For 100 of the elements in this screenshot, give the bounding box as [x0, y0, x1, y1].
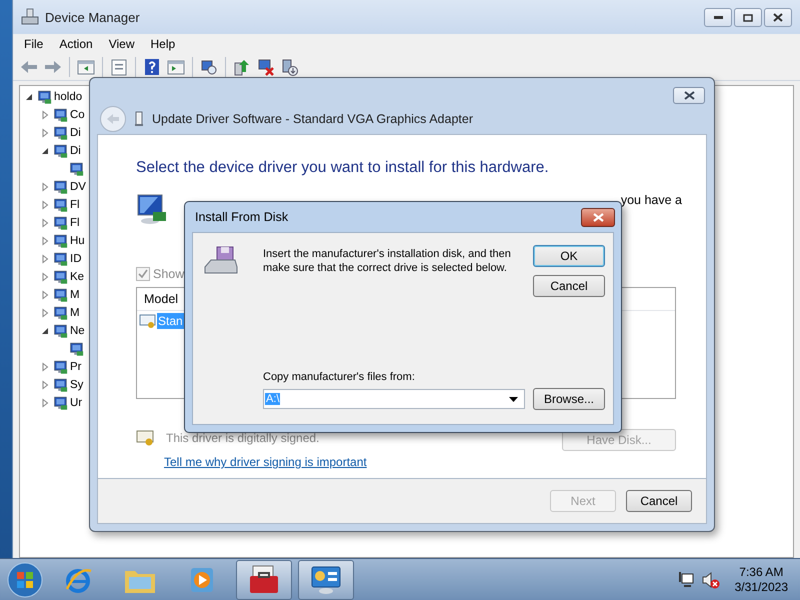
- tree-item[interactable]: Ne: [70, 325, 85, 337]
- taskbar-button[interactable]: [236, 560, 292, 600]
- enable-device-icon[interactable]: [280, 57, 300, 77]
- tree-item[interactable]: Pr: [70, 361, 82, 373]
- back-button[interactable]: [100, 106, 126, 132]
- help-icon[interactable]: [142, 57, 162, 77]
- window-title: Update Driver Software - Standard VGA Graphics Adapter: [152, 112, 473, 126]
- minimize-button[interactable]: [704, 8, 732, 27]
- expand-icon[interactable]: [40, 380, 50, 390]
- uninstall-icon[interactable]: [256, 57, 276, 77]
- device-icon: [52, 144, 68, 158]
- collapse-icon[interactable]: [40, 326, 50, 336]
- collapse-icon[interactable]: [40, 146, 50, 156]
- tree-item[interactable]: ID: [70, 253, 82, 265]
- device-icon: [52, 216, 68, 230]
- expand-icon[interactable]: [40, 398, 50, 408]
- expand-icon[interactable]: [40, 236, 50, 246]
- device-icon: [68, 162, 84, 176]
- minimize-icon: [714, 16, 722, 20]
- column-header[interactable]: Model: [144, 292, 178, 306]
- expand-icon[interactable]: [40, 272, 50, 282]
- expand-icon[interactable]: [40, 182, 50, 192]
- dialog-title: Install From Disk: [195, 210, 288, 224]
- expand-icon[interactable]: [40, 218, 50, 228]
- dropdown-arrow-icon[interactable]: [509, 396, 518, 402]
- device-icon: [52, 252, 68, 266]
- expand-icon[interactable]: [40, 308, 50, 318]
- tree-item[interactable]: Di: [70, 145, 81, 157]
- menu-item[interactable]: Action: [52, 36, 100, 52]
- device-icon: [52, 306, 68, 320]
- certificate-icon: [136, 429, 156, 447]
- device-icon: [52, 360, 68, 374]
- expand-icon[interactable]: [40, 200, 50, 210]
- tree-item[interactable]: Sy: [70, 379, 84, 391]
- expand-icon[interactable]: [40, 254, 50, 264]
- collapse-icon[interactable]: [24, 92, 34, 102]
- tree-item[interactable]: Ke: [70, 271, 84, 283]
- device-icon: [52, 234, 68, 248]
- properties-icon[interactable]: [109, 57, 129, 77]
- close-button[interactable]: [581, 208, 615, 226]
- tree-item[interactable]: Fl: [70, 199, 80, 211]
- tree-item[interactable]: Fl: [70, 217, 80, 229]
- computer-icon: [21, 8, 39, 26]
- device-icon: [52, 396, 68, 410]
- close-button[interactable]: [673, 87, 705, 104]
- menu-item[interactable]: File: [17, 36, 50, 52]
- device-icon: [68, 342, 84, 356]
- help-link[interactable]: Tell me why driver signing is important: [164, 455, 367, 469]
- expand-icon[interactable]: [40, 128, 50, 138]
- maximize-button[interactable]: [734, 8, 762, 27]
- update-driver-icon[interactable]: [232, 57, 252, 77]
- muted-speaker-icon[interactable]: [700, 570, 721, 588]
- tree-item[interactable]: Di: [70, 127, 81, 139]
- close-icon: [592, 212, 604, 222]
- menu-item[interactable]: View: [102, 36, 142, 52]
- close-button[interactable]: [764, 8, 792, 27]
- device-icon: [52, 378, 68, 392]
- tree-item[interactable]: M: [70, 289, 80, 301]
- network-icon[interactable]: [676, 570, 695, 588]
- instruction-text: Insert the manufacturer's installation disk, and then make sure that the correct drive is selected below.: [263, 247, 512, 276]
- close-icon: [773, 13, 783, 22]
- taskbar-button[interactable]: [298, 560, 354, 600]
- menu-item[interactable]: Help: [144, 36, 182, 52]
- device-icon: [52, 270, 68, 284]
- checkbox-label: Show: [153, 267, 184, 281]
- device-icon: [52, 288, 68, 302]
- tree-item[interactable]: Ur: [70, 397, 82, 409]
- browse-button[interactable]: Browse...: [533, 388, 605, 410]
- ok-button[interactable]: OK: [533, 245, 605, 267]
- card-icon: [134, 111, 144, 127]
- device-icon: [52, 108, 68, 122]
- cancel-button[interactable]: Cancel: [533, 275, 605, 297]
- start-button[interactable]: [6, 560, 44, 598]
- cancel-button[interactable]: Cancel: [626, 490, 692, 512]
- expand-icon[interactable]: [40, 362, 50, 372]
- back-arrow-icon: [106, 113, 120, 125]
- expand-icon[interactable]: [40, 110, 50, 120]
- toolbox-icon[interactable]: [247, 564, 281, 596]
- expand-icon[interactable]: [40, 290, 50, 300]
- tree-item[interactable]: Hu: [70, 235, 85, 247]
- tree-item[interactable]: holdo: [54, 91, 82, 103]
- field-label: Copy manufacturer's files from:: [263, 371, 416, 383]
- close-icon: [684, 91, 694, 100]
- window-title: Device Manager: [45, 10, 140, 24]
- control-panel-icon[interactable]: [309, 564, 343, 596]
- device-icon: [52, 126, 68, 140]
- certificate-icon: [139, 313, 157, 329]
- device-icon: [36, 90, 52, 104]
- device-icon: [52, 324, 68, 338]
- clock-date[interactable]: 3/31/2023: [734, 580, 788, 594]
- signature-status: This driver is digitally signed.: [166, 431, 320, 445]
- monitor-icon: [136, 193, 168, 227]
- device-icon: [52, 198, 68, 212]
- description-text: you have a: [620, 193, 682, 209]
- device-icon: [52, 180, 68, 194]
- wizard-heading: Select the device driver you want to install for this hardware.: [136, 159, 550, 177]
- tree-item[interactable]: Co: [70, 109, 85, 121]
- clock-time[interactable]: 7:36 AM: [739, 564, 784, 580]
- tree-item[interactable]: DV: [70, 181, 86, 193]
- tree-item[interactable]: M: [70, 307, 80, 319]
